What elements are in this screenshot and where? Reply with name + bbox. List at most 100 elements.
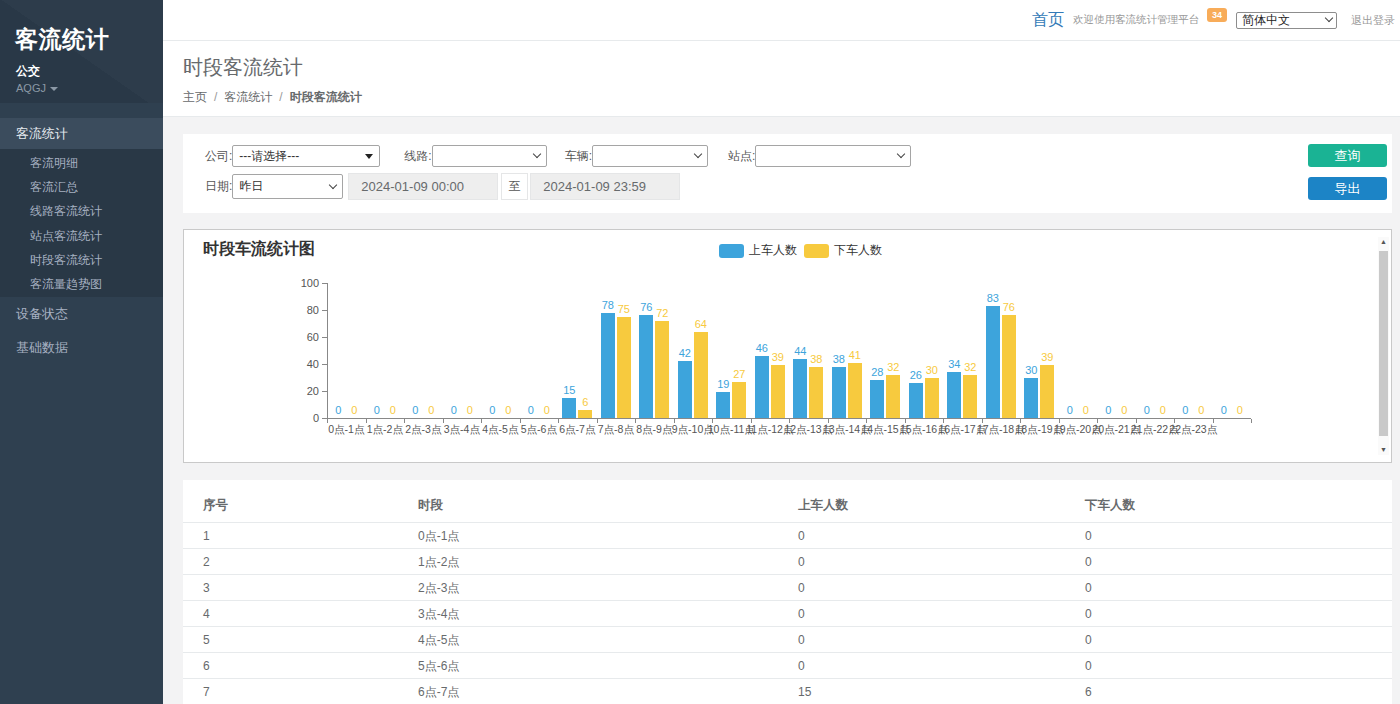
bar-boarding [678, 361, 692, 418]
y-tick [322, 364, 327, 365]
sidebar-subitem-2[interactable]: 线路客流统计 [0, 199, 163, 223]
table-cell: 5 [183, 627, 418, 652]
table-row: 32点-3点00 [183, 575, 1392, 601]
bar-boarding [909, 383, 923, 418]
bar-chart: 0204060801000点-1点001点-2点002点-3点003点-4点00… [184, 230, 1391, 462]
logout-link[interactable]: 退出登录 [1351, 13, 1395, 28]
table-header: 序号 时段 上车人数 下车人数 [183, 480, 1392, 523]
sidebar-item-device-status[interactable]: 设备状态 [0, 297, 163, 331]
table-cell: 0 [1085, 523, 1392, 548]
caret-down-icon [50, 87, 58, 91]
line-select[interactable] [432, 145, 547, 167]
bar-value-label: 32 [957, 361, 984, 373]
bar-alighting [732, 382, 746, 419]
org-code-dropdown[interactable]: AQGJ [16, 82, 163, 94]
table-cell: 6点-7点 [418, 679, 798, 704]
date-label: 日期: [205, 178, 232, 195]
table-cell: 5点-6点 [418, 653, 798, 678]
date-preset-select[interactable]: 昨日 [232, 174, 343, 199]
bar-alighting [1040, 365, 1054, 418]
sidebar-header: 客流统计 公交 AQGJ [0, 0, 163, 103]
scrollbar-thumb[interactable] [1379, 251, 1388, 436]
language-select[interactable]: 简体中文 [1236, 12, 1337, 29]
org-name: 公交 [16, 63, 163, 80]
bar-boarding [1024, 378, 1038, 419]
chart-panel: 时段车流统计图 上车人数 下车人数 0204060801000点-1点001点-… [183, 229, 1392, 463]
y-axis-line [327, 283, 328, 418]
table-row: 10点-1点00 [183, 523, 1392, 549]
chart-scrollbar[interactable]: ▲ ▼ [1378, 237, 1389, 455]
col-header-alighting: 下车人数 [1085, 497, 1392, 514]
scrollbar-down-arrow[interactable]: ▼ [1378, 445, 1389, 455]
date-from-input[interactable]: 2024-01-09 00:00 [348, 173, 498, 200]
sidebar-subitem-1[interactable]: 客流汇总 [0, 175, 163, 199]
bar-value-label: 27 [726, 368, 753, 380]
table-cell: 0 [798, 653, 1085, 678]
home-link[interactable]: 首页 [1032, 10, 1064, 31]
table-cell: 0 [1085, 601, 1392, 626]
bar-boarding [793, 359, 807, 418]
bar-value-label: 39 [1034, 351, 1061, 363]
sidebar-subitem-5[interactable]: 客流量趋势图 [0, 272, 163, 296]
breadcrumb-home[interactable]: 主页 [183, 90, 207, 104]
topbar: 首页 欢迎使用客流统计管理平台 34 简体中文 退出登录 [163, 0, 1400, 41]
bar-alighting [848, 363, 862, 418]
bar-boarding [870, 380, 884, 418]
breadcrumb-current: 时段客流统计 [290, 90, 362, 104]
vehicle-select[interactable] [592, 145, 708, 167]
table-row: 65点-6点00 [183, 653, 1392, 679]
bar-alighting [655, 321, 669, 418]
y-tick [322, 391, 327, 392]
bar-value-label: 64 [687, 318, 714, 330]
page-header: 时段客流统计 主页/客流统计/时段客流统计 [163, 41, 1400, 117]
export-button[interactable]: 导出 [1308, 177, 1387, 200]
x-axis-label: 22点-23点 [1159, 423, 1227, 437]
table-cell: 0 [798, 627, 1085, 652]
bar-alighting [809, 367, 823, 418]
table-row: 21点-2点00 [183, 549, 1392, 575]
sidebar-item-base-data[interactable]: 基础数据 [0, 331, 163, 365]
dropdown-arrow-icon [365, 154, 373, 159]
query-button[interactable]: 查询 [1308, 144, 1387, 167]
table-cell: 2点-3点 [418, 575, 798, 600]
sidebar-group-passenger-stats[interactable]: 客流统计 [0, 118, 163, 149]
x-tick [1251, 419, 1252, 423]
table-cell: 1 [183, 523, 418, 548]
table-cell: 0 [798, 575, 1085, 600]
bar-boarding [986, 306, 1000, 418]
scrollbar-up-arrow[interactable]: ▲ [1378, 237, 1389, 247]
station-select[interactable] [755, 145, 911, 167]
vehicle-label: 车辆: [565, 148, 592, 165]
table-cell: 0 [798, 523, 1085, 548]
bar-value-label: 0 [1226, 404, 1253, 416]
table-cell: 3 [183, 575, 418, 600]
y-axis-label: 40 [284, 358, 319, 370]
table-cell: 2 [183, 549, 418, 574]
bar-alighting [771, 365, 785, 418]
col-header-boarding: 上车人数 [798, 497, 1085, 514]
bar-alighting [694, 332, 708, 418]
bar-alighting [617, 317, 631, 418]
date-to-input[interactable]: 2024-01-09 23:59 [530, 173, 680, 200]
sidebar-subitem-3[interactable]: 站点客流统计 [0, 224, 163, 248]
chevron-down-icon [329, 180, 337, 188]
bar-value-label: 15 [556, 384, 583, 396]
company-select[interactable]: ---请选择--- [232, 145, 380, 167]
table-cell: 15 [798, 679, 1085, 704]
app-title: 客流统计 [15, 26, 163, 53]
station-label: 站点: [728, 148, 755, 165]
content: 公司: ---请选择--- 线路: 车辆: 站点: 日期: 昨日 2024-01… [163, 117, 1400, 704]
line-label: 线路: [404, 148, 431, 165]
sidebar-subitem-4[interactable]: 时段客流统计 [0, 248, 163, 272]
table-cell: 0 [1085, 627, 1392, 652]
y-axis-label: 20 [284, 385, 319, 397]
sidebar-subitem-0[interactable]: 客流明细 [0, 151, 163, 175]
data-table: 序号 时段 上车人数 下车人数 10点-1点0021点-2点0032点-3点00… [183, 480, 1392, 704]
breadcrumb-section[interactable]: 客流统计 [224, 90, 272, 104]
bar-boarding [947, 372, 961, 418]
breadcrumb: 主页/客流统计/时段客流统计 [183, 89, 1400, 106]
welcome-text: 欢迎使用客流统计管理平台 [1073, 13, 1199, 27]
y-tick [322, 337, 327, 338]
main-area: 首页 欢迎使用客流统计管理平台 34 简体中文 退出登录 时段客流统计 主页/客… [163, 0, 1400, 704]
table-cell: 0 [798, 601, 1085, 626]
